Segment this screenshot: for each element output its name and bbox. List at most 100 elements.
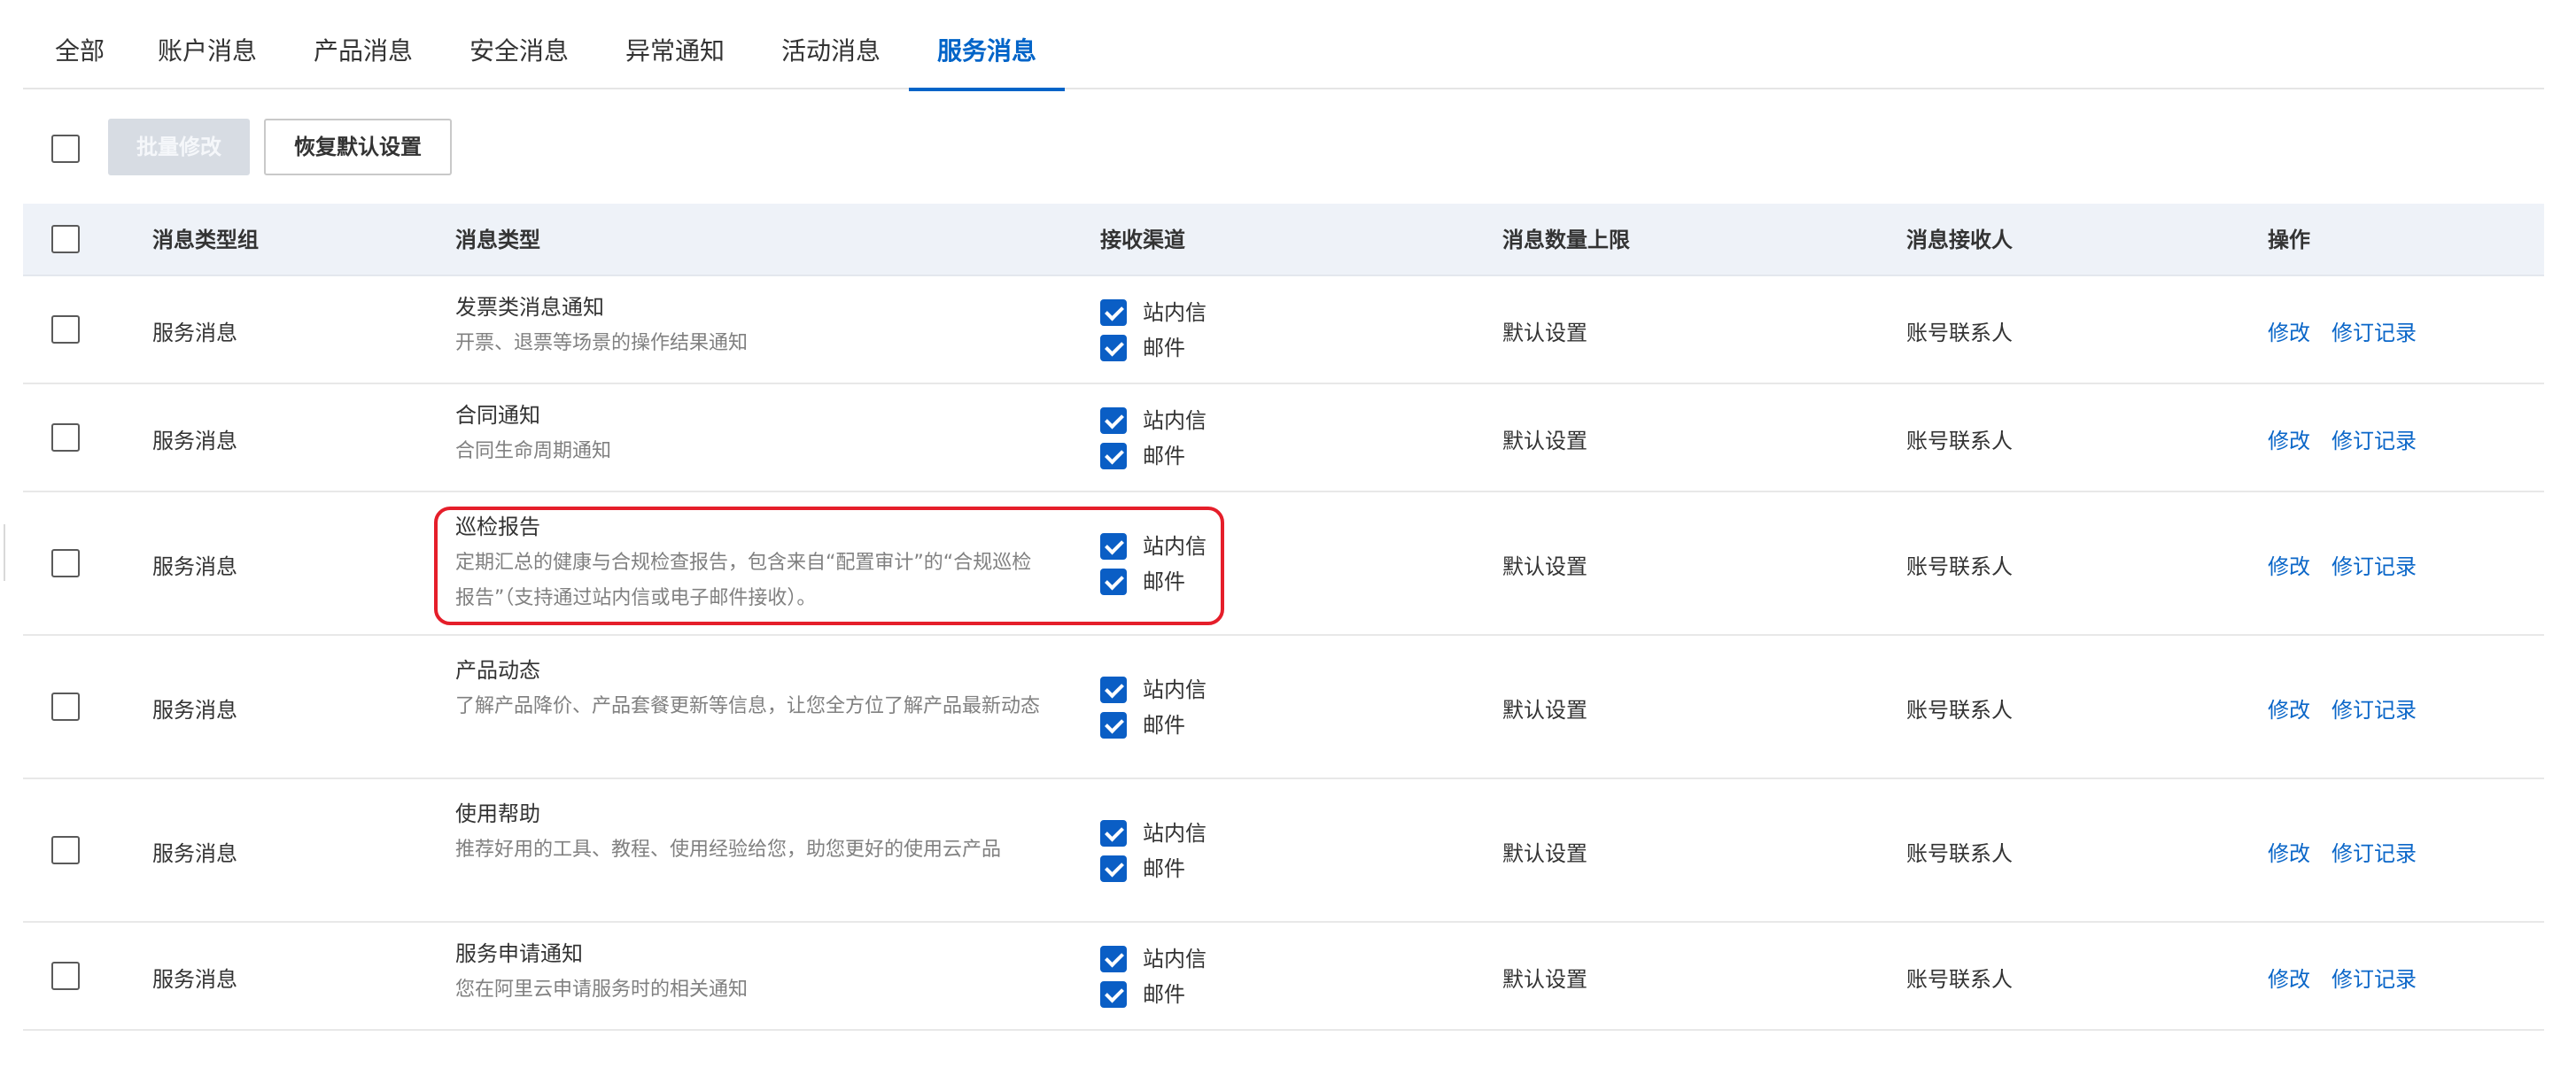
table-row: 服务消息 巡检报告 定期汇总的健康与合规检查报告，包含来自“配置审计”的“合规巡… [23, 492, 2544, 636]
table-row: 服务消息 服务申请通知 您在阿里云申请服务时的相关通知 站内信 邮件 默认设置 … [23, 923, 2544, 1031]
row-type-title: 巡检报告 [455, 515, 540, 539]
channel-label: 邮件 [1143, 444, 1185, 468]
channel-label: 邮件 [1143, 713, 1185, 738]
row-limit: 默认设置 [1502, 841, 1587, 866]
row-group: 服务消息 [152, 967, 237, 992]
edit-link[interactable]: 修改 [2268, 549, 2310, 580]
row-type: 巡检报告 定期汇总的健康与合规检查报告，包含来自“配置审计”的“合规巡检报告”（… [455, 512, 1040, 616]
channel-label: 邮件 [1143, 336, 1185, 360]
edit-link[interactable]: 修改 [2268, 693, 2310, 724]
row-type-title: 服务申请通知 [455, 941, 583, 966]
channel-label: 邮件 [1143, 982, 1185, 1007]
header-action: 操作 [2268, 228, 2310, 252]
tab-security[interactable]: 安全消息 [468, 0, 570, 89]
row-receiver: 账号联系人 [1906, 967, 2013, 992]
channel-label: 站内信 [1143, 534, 1207, 559]
checked-checkbox[interactable] [1100, 677, 1127, 703]
row-type-desc: 推荐好用的工具、教程、使用经验给您，助您更好的使用云产品 [455, 839, 1002, 861]
row-receiver: 账号联系人 [1906, 429, 2013, 453]
row-group: 服务消息 [152, 429, 237, 453]
tab-activity[interactable]: 活动消息 [780, 0, 882, 89]
checked-checkbox[interactable] [1100, 533, 1127, 560]
row-type-title: 产品动态 [455, 658, 540, 683]
row-type: 发票类消息通知 开票、退票等场景的操作结果通知 [455, 292, 1040, 361]
header-receiver: 消息接收人 [1906, 228, 2013, 252]
row-type-desc: 开票、退票等场景的操作结果通知 [455, 332, 749, 354]
row-type: 合同通知 合同生命周期通知 [455, 400, 1040, 469]
header-channel: 接收渠道 [1100, 228, 1185, 252]
checked-checkbox[interactable] [1100, 855, 1127, 882]
restore-default-button[interactable]: 恢复默认设置 [264, 119, 452, 175]
revision-history-link[interactable]: 修订记录 [2332, 549, 2417, 580]
revision-history-link[interactable]: 修订记录 [2332, 962, 2417, 993]
checked-checkbox[interactable] [1100, 299, 1127, 326]
tab-service[interactable]: 服务消息 [909, 0, 1065, 91]
checked-checkbox[interactable] [1100, 569, 1127, 595]
revision-history-link[interactable]: 修订记录 [2332, 836, 2417, 867]
table-row: 服务消息 使用帮助 推荐好用的工具、教程、使用经验给您，助您更好的使用云产品 站… [23, 779, 2544, 923]
row-type-desc: 定期汇总的健康与合规检查报告，包含来自“配置审计”的“合规巡检报告”（支持通过站… [455, 552, 1032, 609]
row-type-desc: 您在阿里云申请服务时的相关通知 [455, 979, 749, 1001]
channel-label: 站内信 [1143, 947, 1207, 971]
toolbar-select-checkbox[interactable] [51, 135, 80, 163]
channel-label: 站内信 [1143, 677, 1207, 702]
row-limit: 默认设置 [1502, 321, 1587, 345]
channel-label: 邮件 [1143, 569, 1185, 594]
row-type-title: 使用帮助 [455, 801, 540, 826]
row-receiver: 账号联系人 [1906, 554, 2013, 579]
row-limit: 默认设置 [1502, 967, 1587, 992]
channel-label: 站内信 [1143, 821, 1207, 846]
row-checkbox[interactable] [51, 549, 80, 577]
row-group: 服务消息 [152, 321, 237, 345]
batch-edit-button[interactable]: 批量修改 [108, 119, 250, 175]
tab-account[interactable]: 账户消息 [156, 0, 259, 89]
edit-link[interactable]: 修改 [2268, 962, 2310, 993]
row-checkbox[interactable] [51, 962, 80, 990]
row-type-title: 合同通知 [455, 403, 540, 428]
checked-checkbox[interactable] [1100, 946, 1127, 972]
row-group: 服务消息 [152, 554, 237, 579]
edit-link[interactable]: 修改 [2268, 315, 2310, 346]
message-settings-page: 全部 账户消息 产品消息 安全消息 异常通知 活动消息 服务消息 批量修改 恢复… [0, 0, 2576, 1068]
header-limit: 消息数量上限 [1502, 228, 1630, 252]
checked-checkbox[interactable] [1100, 820, 1127, 847]
revision-history-link[interactable]: 修订记录 [2332, 693, 2417, 724]
table-row: 服务消息 合同通知 合同生命周期通知 站内信 邮件 默认设置 账号联系人 修改 … [23, 384, 2544, 492]
message-category-tabs: 全部 账户消息 产品消息 安全消息 异常通知 活动消息 服务消息 [23, 0, 2544, 91]
row-type: 使用帮助 推荐好用的工具、教程、使用经验给您，助您更好的使用云产品 [455, 799, 1040, 868]
row-receiver: 账号联系人 [1906, 321, 2013, 345]
row-checkbox[interactable] [51, 315, 80, 344]
select-all-checkbox[interactable] [51, 225, 80, 253]
row-checkbox[interactable] [51, 693, 80, 721]
checked-checkbox[interactable] [1100, 443, 1127, 469]
tab-product[interactable]: 产品消息 [312, 0, 415, 89]
revision-history-link[interactable]: 修订记录 [2332, 423, 2417, 454]
row-type-desc: 合同生命周期通知 [455, 440, 612, 462]
table-row: 服务消息 产品动态 了解产品降价、产品套餐更新等信息，让您全方位了解产品最新动态… [23, 636, 2544, 779]
row-group: 服务消息 [152, 698, 237, 723]
revision-history-link[interactable]: 修订记录 [2332, 315, 2417, 346]
edit-link[interactable]: 修改 [2268, 836, 2310, 867]
checked-checkbox[interactable] [1100, 981, 1127, 1008]
row-checkbox[interactable] [51, 836, 80, 864]
channel-label: 邮件 [1143, 856, 1185, 881]
table-header: 消息类型组 消息类型 接收渠道 消息数量上限 消息接收人 操作 [23, 204, 2544, 276]
row-receiver: 账号联系人 [1906, 841, 2013, 866]
table-row: 服务消息 发票类消息通知 开票、退票等场景的操作结果通知 站内信 邮件 默认设置… [23, 276, 2544, 384]
header-group: 消息类型组 [152, 228, 259, 252]
checked-checkbox[interactable] [1100, 335, 1127, 361]
row-receiver: 账号联系人 [1906, 698, 2013, 723]
row-limit: 默认设置 [1502, 698, 1587, 723]
row-type: 服务申请通知 您在阿里云申请服务时的相关通知 [455, 939, 1040, 1008]
row-limit: 默认设置 [1502, 429, 1587, 453]
row-limit: 默认设置 [1502, 554, 1587, 579]
checked-checkbox[interactable] [1100, 407, 1127, 434]
tab-all[interactable]: 全部 [51, 0, 108, 89]
tab-exception[interactable]: 异常通知 [624, 0, 726, 89]
edit-link[interactable]: 修改 [2268, 423, 2310, 454]
row-type-title: 发票类消息通知 [455, 295, 604, 320]
channel-label: 站内信 [1143, 408, 1207, 433]
checked-checkbox[interactable] [1100, 712, 1127, 739]
row-checkbox[interactable] [51, 423, 80, 452]
row-group: 服务消息 [152, 841, 237, 866]
